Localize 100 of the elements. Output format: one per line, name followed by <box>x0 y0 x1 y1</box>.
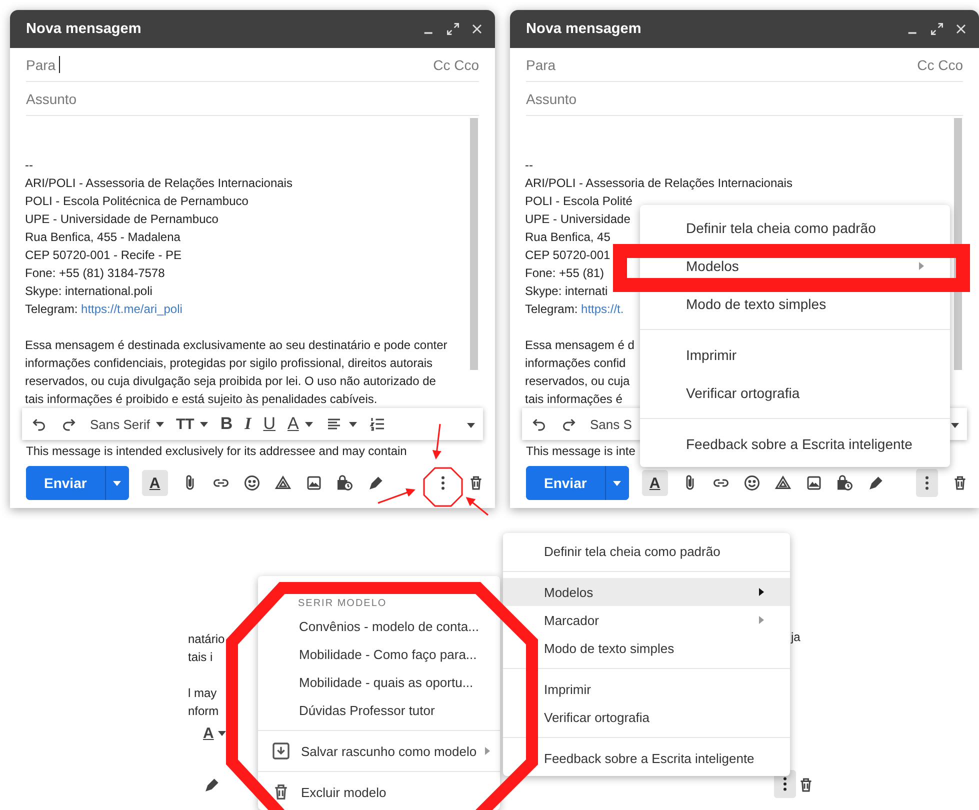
text-color-dropdown[interactable]: A <box>288 414 313 434</box>
menu-item[interactable]: Verificar ortografia <box>640 374 950 412</box>
numbered-list-icon[interactable] <box>368 415 387 433</box>
menu-item[interactable]: Modo de texto simples <box>503 634 790 662</box>
cc-bcc-link[interactable]: Cc Cco <box>433 56 479 72</box>
subject-field[interactable]: Assunto <box>526 82 963 116</box>
menu-item[interactable]: Definir tela cheia como padrão <box>640 209 950 247</box>
submenu-heading: SERIR MODELO <box>297 597 388 611</box>
template-item[interactable]: Convênios - modelo de conta... <box>258 612 500 640</box>
template-item[interactable]: Mobilidade - Como faço para... <box>258 640 500 668</box>
caret-icon <box>218 731 226 736</box>
signature-line: Rua Benfica, 455 - Madalena <box>25 229 180 246</box>
expand-icon[interactable] <box>445 21 461 37</box>
menu-item[interactable]: Marcador <box>503 606 790 634</box>
signature-line: ARI/POLI - Assessoria de Relações Internacionais <box>525 175 792 192</box>
font-dropdown[interactable]: Sans S <box>590 416 632 432</box>
annotation-arrow <box>466 497 488 516</box>
subject-field[interactable]: Assunto <box>26 82 479 116</box>
pen-icon[interactable] <box>366 474 385 492</box>
annotation-octagon <box>423 467 463 507</box>
signature-line: -- <box>525 157 533 174</box>
message-text-fragment: nform <box>188 703 219 720</box>
signature-line: informações confid <box>525 355 626 372</box>
lock-clock-icon[interactable] <box>836 474 854 492</box>
menu-item[interactable]: Imprimir <box>640 336 950 374</box>
signature-line: Fone: +55 (81) 3184-7578 <box>25 265 165 282</box>
photo-icon[interactable] <box>804 474 823 492</box>
bold-button[interactable]: B <box>220 414 233 434</box>
signature-line: -- <box>25 157 33 174</box>
drive-icon[interactable] <box>274 474 292 492</box>
drive-icon[interactable] <box>774 474 792 492</box>
signature-line: POLI - Escola Politécnica de Pernambuco <box>25 193 248 210</box>
telegram-link[interactable]: https://t.me/ari_poli <box>81 302 182 316</box>
signature-line: Skype: international.poli <box>25 283 152 300</box>
signature-line: informações confidenciais, protegidas por sigilo profissional, direitos autorais <box>25 355 433 372</box>
signature-line: UPE - Universidade de Pernambuco <box>25 211 218 228</box>
menu-item[interactable]: Modelos <box>503 578 790 606</box>
message-text-fragment: natário <box>188 631 225 648</box>
scrollbar[interactable] <box>470 118 478 370</box>
text-color-dropdown[interactable]: A <box>203 725 226 742</box>
formatting-options-button[interactable]: A <box>142 470 168 496</box>
caret-icon <box>200 422 208 426</box>
signature-line: CEP 50720-001 - Recife - PE <box>25 247 182 264</box>
menu-item[interactable]: Definir tela cheia como padrão <box>503 537 790 565</box>
more-formatting-icon <box>951 423 959 428</box>
menu-item[interactable]: Excluir modelo <box>258 778 500 806</box>
menu-item[interactable]: Imprimir <box>503 675 790 703</box>
signature-line: Essa mensagem é destinada exclusivamente ao seu destinatário e pode conter <box>25 337 448 354</box>
signature-line: reservados, ou cuja divulgação seja proibida por lei. O uso não autorizado de <box>25 373 436 390</box>
to-field[interactable]: Para Cc Cco <box>526 48 963 82</box>
pen-icon[interactable] <box>866 474 885 492</box>
send-options-button[interactable] <box>604 466 629 500</box>
more-options-button[interactable] <box>916 469 938 497</box>
menu-item[interactable]: Modo de texto simples <box>640 285 950 323</box>
message-text-fragment: l may <box>188 685 217 702</box>
cc-bcc-link[interactable]: Cc Cco <box>917 56 963 72</box>
text-size-dropdown[interactable]: TT <box>176 416 208 432</box>
signature-line: Skype: internati <box>525 283 608 300</box>
signature-line: UPE - Universidade <box>525 211 630 228</box>
menu-item[interactable]: Feedback sobre a Escrita inteligente <box>503 744 790 772</box>
message-text-fragment: tais i <box>188 649 213 666</box>
to-field[interactable]: Para Cc Cco <box>26 48 479 82</box>
menu-item[interactable]: Verificar ortografia <box>503 703 790 731</box>
template-item[interactable]: Mobilidade - quais as oportu... <box>258 668 500 696</box>
underline-button[interactable]: U <box>263 414 276 434</box>
formatting-options-button[interactable]: A <box>642 470 668 496</box>
disclaimer-line: This message is intended exclusively for its addressee and may contain <box>26 443 407 460</box>
more-formatting-icon <box>467 423 475 428</box>
menu-item[interactable]: Salvar rascunho como modelo <box>258 737 500 765</box>
disclaimer-line: This message is inte <box>526 443 636 460</box>
signature-line: Essa mensagem é d <box>525 337 634 354</box>
signature-line: Fone: +55 (81) <box>525 265 604 282</box>
message-text-fragment: ja <box>791 630 800 644</box>
annotation-arrow <box>432 424 442 460</box>
emoji-icon[interactable] <box>242 474 261 492</box>
signature-line: tais informações é <box>525 391 622 408</box>
signature-line: tais informações é proibido e está sujeito às penalidades cabíveis. <box>25 391 378 408</box>
signature-line: Rua Benfica, 45 <box>525 229 610 246</box>
caret-icon <box>113 480 122 486</box>
send-options-button[interactable] <box>104 466 129 500</box>
signature-line: POLI - Escola Polité <box>525 193 632 210</box>
expand-icon[interactable] <box>929 21 945 37</box>
lock-clock-icon[interactable] <box>336 474 354 492</box>
menu-item[interactable]: Feedback sobre a Escrita inteligente <box>640 425 950 463</box>
emoji-icon[interactable] <box>742 474 761 492</box>
window-title: Nova mensagem <box>26 21 142 37</box>
template-item[interactable]: Dúvidas Professor tutor <box>258 696 500 724</box>
signature-line: ARI/POLI - Assessoria de Relações Internacionais <box>25 175 292 192</box>
telegram-link[interactable]: https://t. <box>581 302 624 316</box>
photo-icon[interactable] <box>304 474 323 492</box>
italic-button[interactable]: I <box>244 414 252 434</box>
font-dropdown[interactable]: Sans Serif <box>90 416 164 432</box>
caret-icon <box>613 480 622 486</box>
signature-line: Telegram: https://t. <box>525 301 624 318</box>
caret-icon <box>304 422 313 426</box>
menu-item[interactable]: Modelos <box>640 247 950 285</box>
window-title: Nova mensagem <box>526 21 642 37</box>
signature-line: Telegram: https://t.me/ari_poli <box>25 301 182 318</box>
pen-icon[interactable] <box>203 776 221 794</box>
annotation-arrow <box>378 488 416 504</box>
